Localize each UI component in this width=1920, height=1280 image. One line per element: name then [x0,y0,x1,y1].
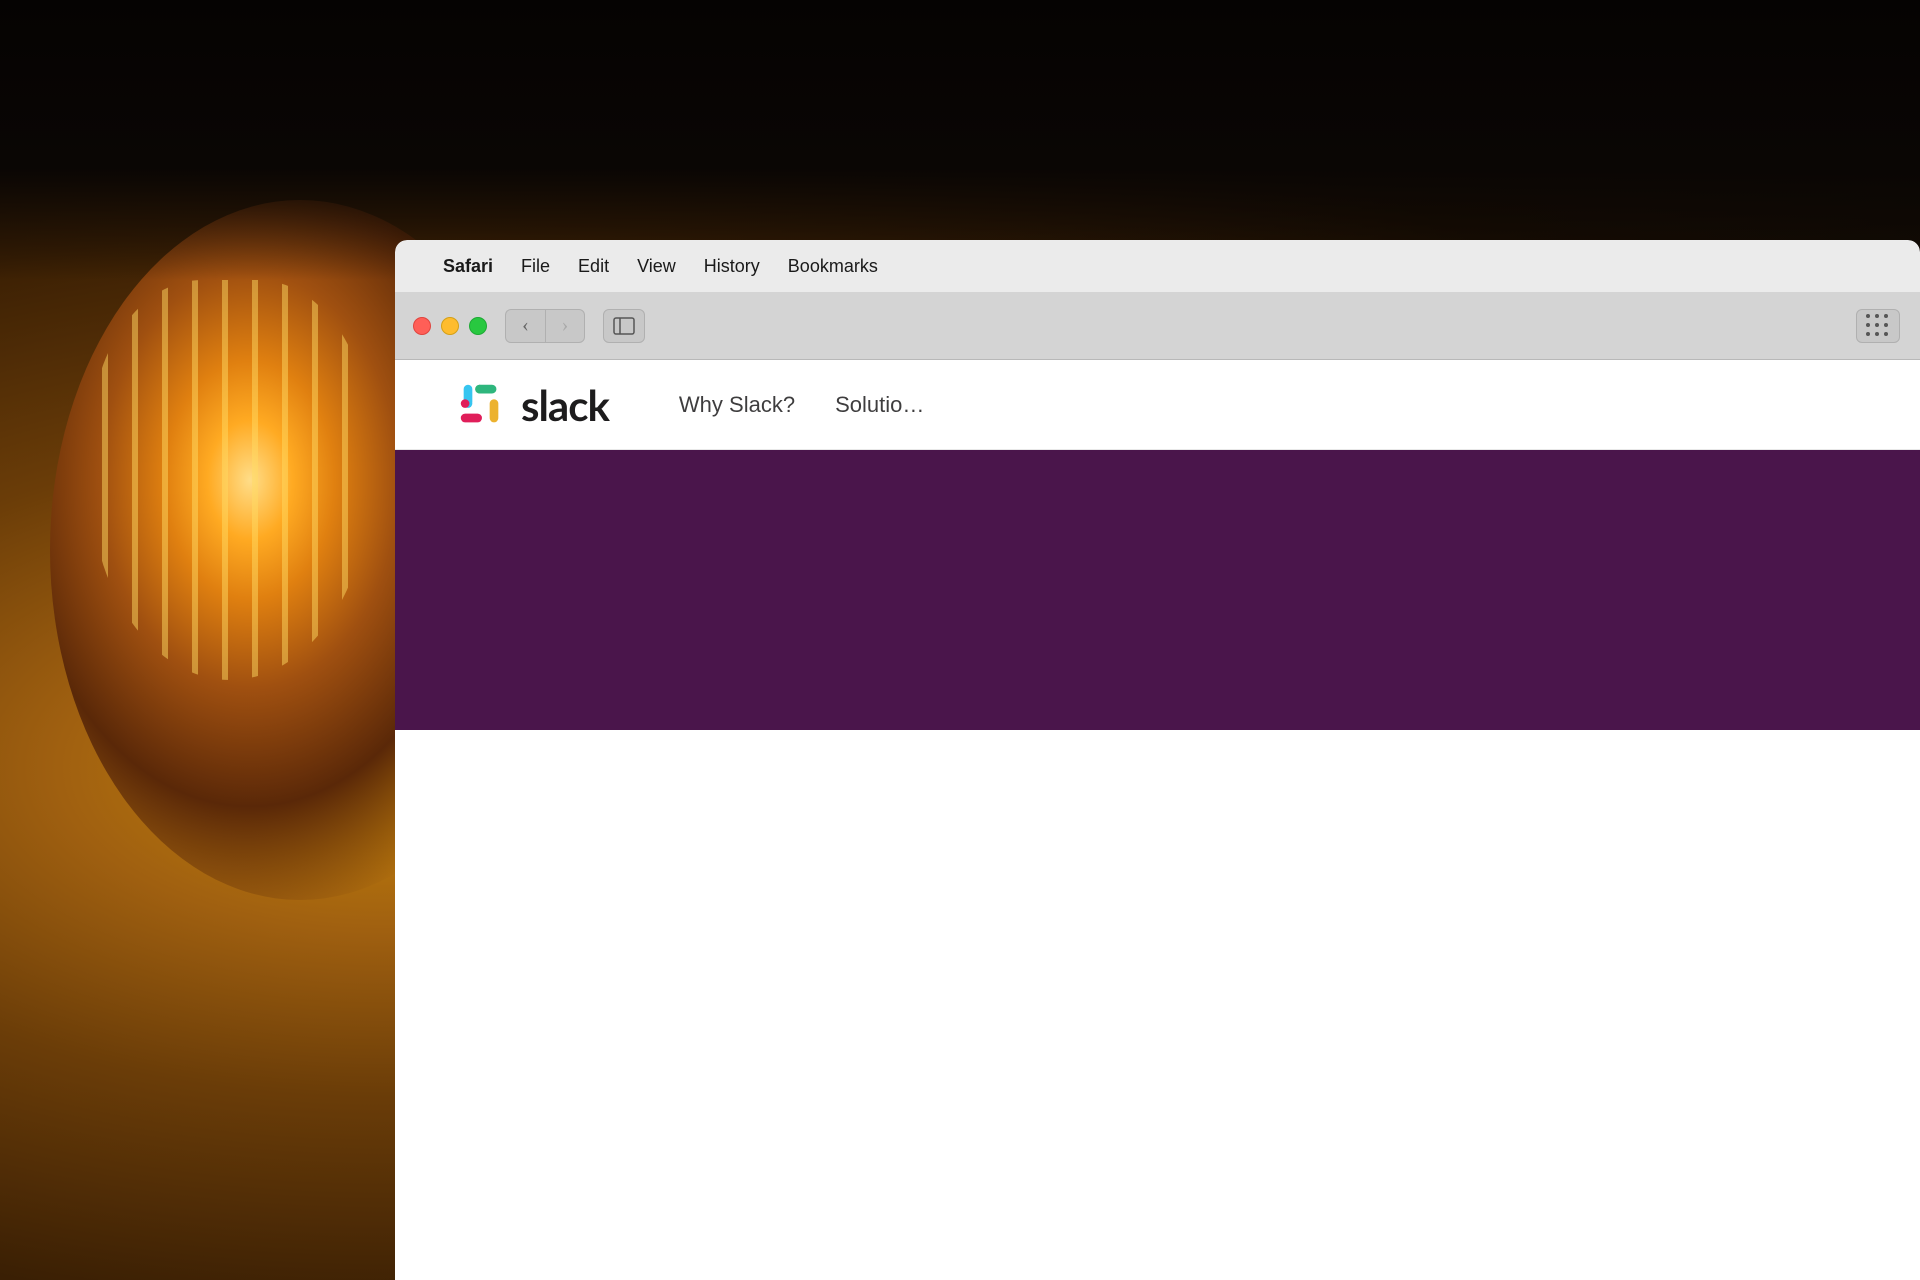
fullscreen-button[interactable] [469,317,487,335]
safari-menu[interactable]: Safari [443,256,493,277]
sidebar-toggle-button[interactable] [603,309,645,343]
dark-top-overlay [0,0,1920,280]
minimize-button[interactable] [441,317,459,335]
edit-menu[interactable]: Edit [578,256,609,277]
history-menu[interactable]: History [704,256,760,277]
solutions-nav-link[interactable]: Solutio… [835,392,924,418]
macos-menubar: Safari File Edit View History Bookmarks [395,240,1920,292]
filament-stripes [90,280,370,680]
filament [90,280,370,680]
grid-view-button[interactable] [1856,309,1900,343]
slack-hero-section [395,450,1920,730]
forward-button[interactable]: › [545,309,585,343]
bookmarks-menu[interactable]: Bookmarks [788,256,878,277]
slack-logo-area: slack [455,379,609,431]
browser-toolbar: ‹ › [395,292,1920,360]
sidebar-icon [613,317,635,335]
grid-dots-icon [1866,314,1890,338]
nav-buttons: ‹ › [505,309,585,343]
macbook-screen: Safari File Edit View History Bookmarks … [395,240,1920,1280]
view-menu[interactable]: View [637,256,676,277]
slack-bottom-section [395,730,1920,930]
traffic-lights [413,317,487,335]
browser-content: slack Why Slack? Solutio… [395,360,1920,1280]
file-menu[interactable]: File [521,256,550,277]
slack-nav-links: Why Slack? Solutio… [679,392,924,418]
close-button[interactable] [413,317,431,335]
back-button[interactable]: ‹ [505,309,545,343]
slack-navbar: slack Why Slack? Solutio… [395,360,1920,450]
slack-logo-text: slack [521,380,609,430]
why-slack-nav-link[interactable]: Why Slack? [679,392,795,418]
slack-logo-icon [455,379,507,431]
